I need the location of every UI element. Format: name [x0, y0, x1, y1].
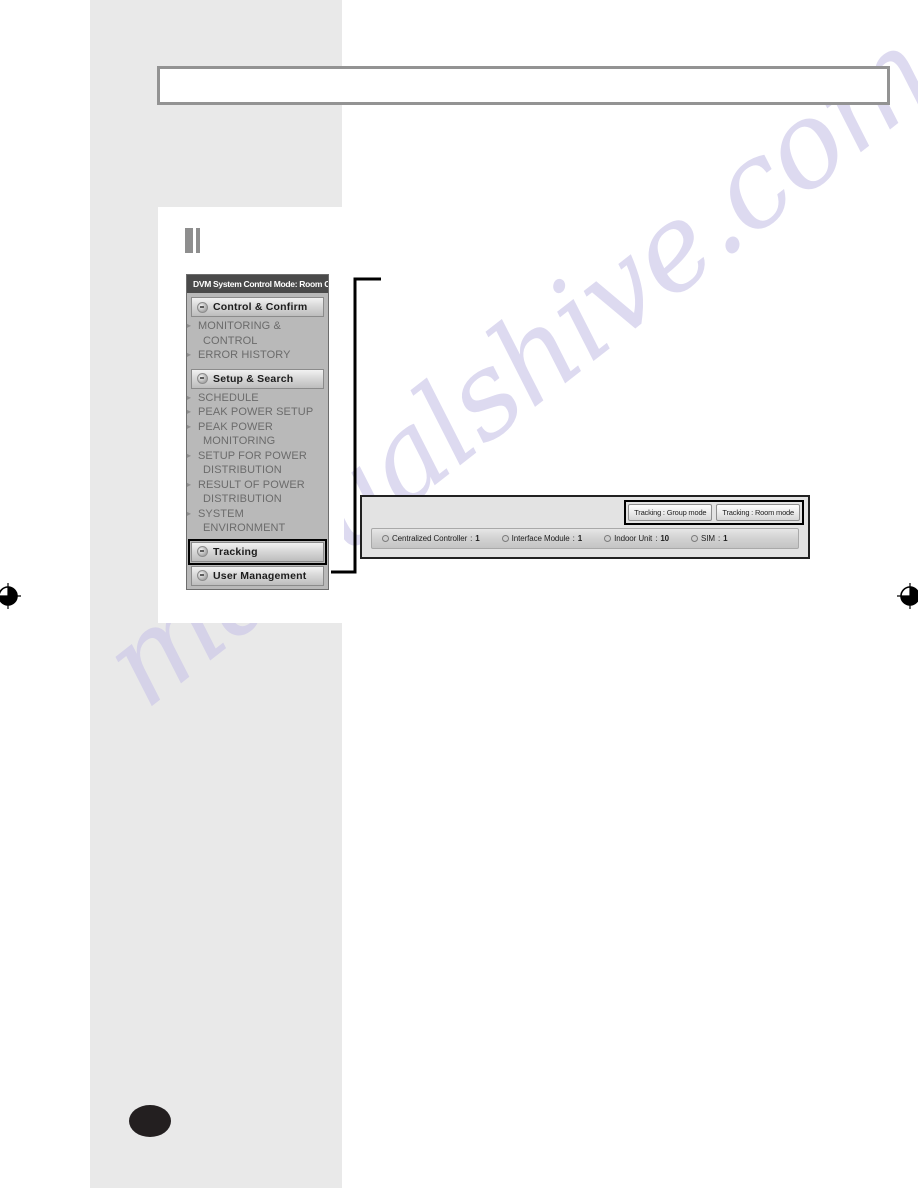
expand-node-icon	[197, 546, 208, 557]
status-bullet-icon	[382, 535, 389, 542]
status-item-value: 1	[723, 534, 728, 543]
sidebar-item-label: SETUP FOR POWER DISTRIBUTION	[198, 449, 307, 477]
app-title-bar: DVM System Control Mode: Room Control	[187, 275, 328, 293]
status-item-separator: :	[717, 534, 721, 543]
status-item-label: Interface Module	[511, 534, 570, 543]
status-item-sim: SIM : 1	[691, 534, 728, 543]
sidebar-section-tracking[interactable]: Tracking	[188, 538, 327, 565]
status-item-centralized-controller: Centralized Controller : 1	[382, 534, 480, 543]
sidebar-item-label: SCHEDULE	[198, 391, 259, 404]
sidebar-item-schedule[interactable]: ▸ SCHEDULE	[187, 391, 326, 406]
sidebar-item-peak-power-setup[interactable]: ▸ PEAK POWER SETUP	[187, 405, 326, 420]
status-item-separator: :	[655, 534, 658, 543]
sidebar-item-system-environment[interactable]: ▸ SYSTEM ENVIRONMENT	[187, 507, 326, 536]
sidebar-item-label: SYSTEM ENVIRONMENT	[198, 507, 286, 535]
app-sidebar: DVM System Control Mode: Room Control Co…	[186, 274, 329, 590]
sidebar-item-monitoring-control[interactable]: ▸ MONITORING & CONTROL	[187, 319, 326, 348]
tracking-mode-button-group: Tracking : Group mode Tracking : Room mo…	[624, 500, 804, 525]
sidebar-item-label: PEAK POWER MONITORING	[198, 420, 276, 448]
sidebar-section-label: Tracking	[213, 545, 258, 558]
sidebar-section-label: User Management	[213, 569, 307, 582]
tracking-group-mode-button[interactable]: Tracking : Group mode	[628, 504, 713, 521]
status-bullet-icon	[604, 535, 612, 542]
status-item-label: Indoor Unit	[614, 534, 653, 543]
sidebar-items-control-confirm: ▸ MONITORING & CONTROL ▸ ERROR HISTORY	[187, 317, 328, 365]
sidebar-items-setup-search: ▸ SCHEDULE ▸ PEAK POWER SETUP ▸ PEAK POWER …	[187, 389, 328, 538]
expand-node-icon	[197, 373, 208, 384]
status-item-label: Centralized Controller	[392, 534, 468, 543]
sidebar-item-error-history[interactable]: ▸ ERROR HISTORY	[187, 348, 326, 363]
status-item-value: 1	[475, 534, 480, 543]
status-item-separator: :	[572, 534, 575, 543]
sidebar-item-peak-power-monitoring[interactable]: ▸ PEAK POWER MONITORING	[187, 420, 326, 449]
expand-node-icon	[197, 301, 208, 313]
expand-node-icon	[197, 570, 208, 581]
registration-mark-left-icon	[0, 583, 21, 609]
sidebar-section-control-confirm[interactable]: Control & Confirm	[191, 297, 324, 317]
tracking-detail-panel: Tracking : Group mode Tracking : Room mo…	[360, 495, 810, 559]
status-item-indoor-unit: Indoor Unit : 10	[604, 534, 669, 543]
status-item-separator: :	[470, 534, 473, 543]
sidebar-item-label: RESULT OF POWER DISTRIBUTION	[198, 478, 305, 506]
sidebar-item-setup-for-power-distribution[interactable]: ▸ SETUP FOR POWER DISTRIBUTION	[187, 449, 326, 478]
sidebar-section-label: Setup & Search	[213, 372, 294, 385]
page-root: manualshive.com DVM System Control Mode:…	[0, 0, 918, 1188]
status-bullet-icon	[691, 535, 699, 542]
registration-mark-right-icon	[897, 583, 918, 609]
device-count-status-bar: Centralized Controller : 1 Interface Mod…	[371, 528, 799, 549]
sidebar-section-user-management[interactable]: User Management	[191, 565, 324, 586]
status-bullet-icon	[501, 535, 509, 542]
sidebar-section-setup-search[interactable]: Setup & Search	[191, 368, 324, 389]
sidebar-item-label: PEAK POWER SETUP	[198, 406, 314, 418]
status-item-label: SIM	[701, 534, 715, 543]
status-item-value: 10	[660, 534, 670, 543]
sidebar-item-label: ERROR HISTORY	[198, 349, 291, 361]
status-item-interface-module: Interface Module : 1	[501, 534, 583, 543]
sidebar-section-label: Control & Confirm	[213, 301, 308, 313]
status-item-value: 1	[577, 534, 583, 543]
page-number-bullet	[129, 1105, 171, 1137]
header-frame	[157, 66, 890, 105]
sidebar-item-label: MONITORING & CONTROL	[198, 320, 281, 347]
tracking-room-mode-button[interactable]: Tracking : Room mode	[716, 504, 800, 521]
section-bar-marker	[185, 228, 205, 253]
sidebar-item-result-of-power-distribution[interactable]: ▸ RESULT OF POWER DISTRIBUTION	[187, 478, 326, 507]
